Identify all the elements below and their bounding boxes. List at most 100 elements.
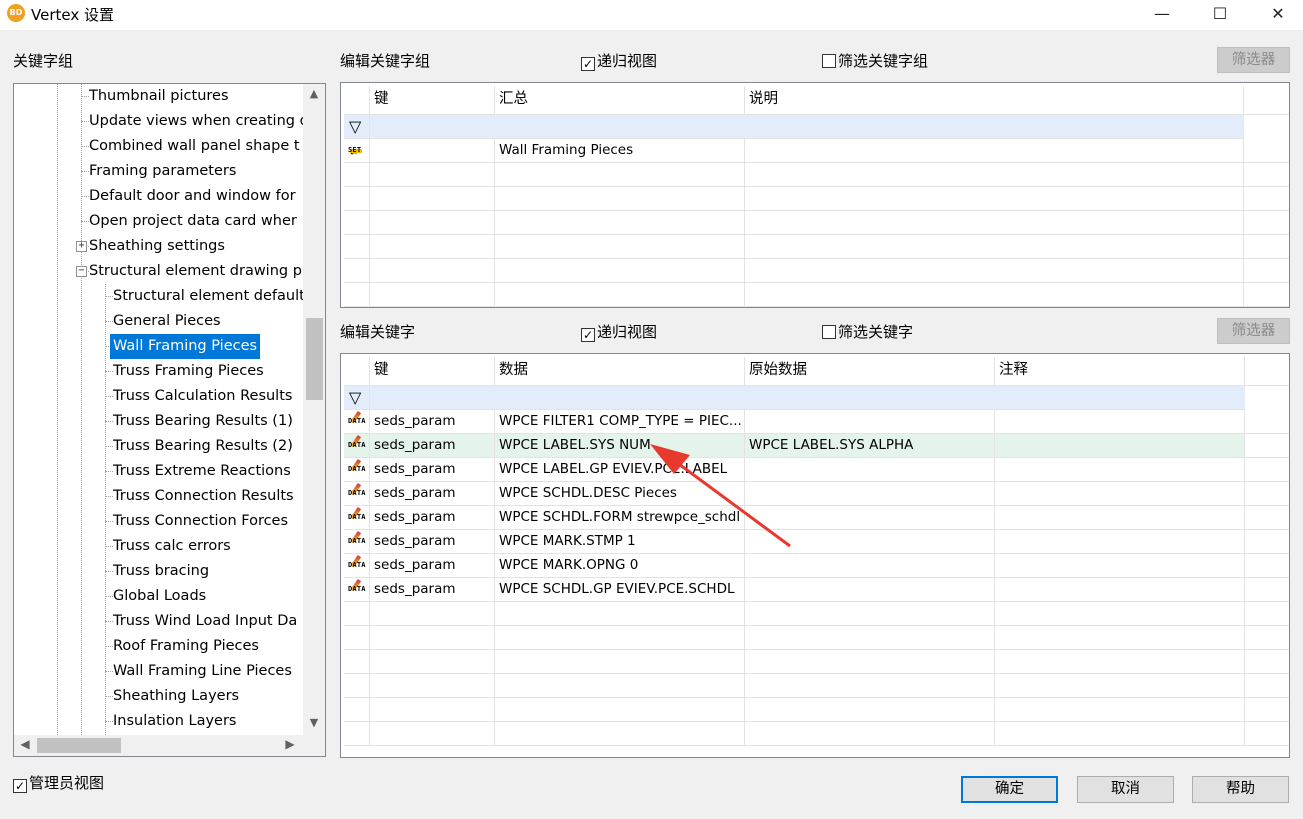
table-cell[interactable]: Wall Framing Pieces	[495, 139, 745, 162]
table-cell[interactable]	[745, 410, 995, 433]
close-button[interactable]: ✕	[1249, 0, 1303, 30]
maximize-button[interactable]: ☐	[1191, 0, 1249, 30]
row-selector[interactable]: DATA	[344, 506, 370, 529]
table-cell[interactable]: seds_param	[370, 506, 495, 529]
table-cell[interactable]: seds_param	[370, 458, 495, 481]
keyword-grid[interactable]: 键数据 原始数据 注释 ▽ DATA seds_param WPCE FILTER1 COM…	[340, 353, 1290, 758]
checkbox-check-icon[interactable]: ✓	[581, 328, 595, 342]
filter-button-bottom[interactable]: 筛选器	[1217, 318, 1290, 344]
column-header[interactable]: 原始数据	[745, 357, 995, 385]
tree-item[interactable]: Insulation Layers	[14, 709, 304, 734]
tree-item[interactable]: Combined wall panel shape t	[14, 134, 304, 159]
scrollbar-thumb[interactable]	[306, 318, 323, 400]
table-cell[interactable]: WPCE LABEL.SYS ALPHA	[745, 434, 995, 457]
row-selector[interactable]: DATA	[344, 482, 370, 505]
filter-funnel-icon[interactable]: ▽	[344, 115, 370, 138]
tree-item[interactable]: Truss Bearing Results (2)	[14, 434, 304, 459]
tree-item[interactable]: Wall Framing Line Pieces	[14, 659, 304, 684]
filter-button-top[interactable]: 筛选器	[1217, 47, 1290, 73]
table-cell[interactable]: seds_param	[370, 482, 495, 505]
row-selector[interactable]: DATA	[344, 578, 370, 601]
column-header[interactable]: 数据	[495, 357, 745, 385]
table-cell[interactable]	[370, 139, 495, 162]
tree-item[interactable]: Update views when creating d	[14, 109, 309, 134]
table-cell[interactable]	[1245, 458, 1289, 481]
tree-item[interactable]: Sheathing Layers	[14, 684, 304, 709]
column-header[interactable]: 键	[370, 357, 495, 385]
filter-keyword-groups-checkbox[interactable]: 筛选关键字组	[822, 50, 928, 71]
table-row[interactable]: ←SET Wall Framing Pieces	[344, 139, 1289, 163]
filter-row[interactable]: ▽	[344, 386, 1245, 410]
table-cell[interactable]	[1245, 434, 1289, 457]
tree-item[interactable]: Open project data card wher	[14, 209, 304, 234]
table-cell[interactable]	[1245, 530, 1289, 553]
tree-item[interactable]: Truss Bearing Results (1)	[14, 409, 304, 434]
table-cell[interactable]	[745, 482, 995, 505]
scrollbar-thumb[interactable]	[37, 738, 121, 753]
keyword-group-grid[interactable]: 键汇总说明▽←SETWall Framing Pieces	[340, 82, 1290, 308]
filter-row[interactable]: ▽	[344, 115, 1244, 139]
table-cell[interactable]: seds_param	[370, 578, 495, 601]
table-cell[interactable]	[1245, 554, 1289, 577]
tree-item[interactable]: Global Loads	[14, 584, 304, 609]
checkbox-empty-icon[interactable]	[822, 325, 836, 339]
tree-horizontal-scrollbar[interactable]: ◀ ▶	[14, 735, 325, 756]
table-cell[interactable]	[1244, 139, 1289, 162]
table-cell[interactable]	[995, 458, 1245, 481]
table-cell[interactable]: WPCE SCHDL.GP EVIEV.PCE.SCHDL	[495, 578, 745, 601]
table-cell[interactable]	[1245, 578, 1289, 601]
table-cell[interactable]	[745, 506, 995, 529]
scroll-up-icon[interactable]: ▲	[303, 84, 325, 106]
tree-item[interactable]: − Structural element drawing p	[14, 259, 304, 284]
table-cell[interactable]: seds_param	[370, 530, 495, 553]
table-cell[interactable]	[1245, 506, 1289, 529]
table-cell[interactable]: WPCE FILTER1 COMP_TYPE = PIEC...	[495, 410, 745, 433]
scroll-down-icon[interactable]: ▼	[303, 713, 325, 735]
minimize-button[interactable]: —	[1133, 0, 1191, 30]
table-row[interactable]: DATA seds_param WPCE SCHDL.DESC Pieces	[344, 482, 1289, 506]
table-cell[interactable]	[745, 578, 995, 601]
column-header[interactable]: 注释	[995, 357, 1245, 385]
row-selector[interactable]: DATA	[344, 530, 370, 553]
tree-item[interactable]: Default door and window for	[14, 184, 304, 209]
tree-item[interactable]: Truss Connection Results	[14, 484, 304, 509]
table-row[interactable]: DATA seds_param WPCE SCHDL.GP EVIEV.PCE.SC…	[344, 578, 1289, 602]
table-cell[interactable]: WPCE SCHDL.FORM strewpce_schdl	[495, 506, 745, 529]
table-cell[interactable]: WPCE SCHDL.DESC Pieces	[495, 482, 745, 505]
table-row[interactable]: DATA seds_param WPCE LABEL.SYS NUM WPCE LAB…	[344, 434, 1289, 458]
tree-item[interactable]: General Pieces	[14, 309, 304, 334]
scroll-left-icon[interactable]: ◀	[14, 735, 36, 756]
column-header[interactable]: 键	[370, 86, 495, 114]
tree-item[interactable]: Wall Framing Pieces	[14, 334, 304, 359]
column-header[interactable]: 汇总	[495, 86, 745, 114]
column-header[interactable]	[1244, 86, 1289, 114]
tree-item[interactable]: Roof Framing Pieces	[14, 634, 304, 659]
row-selector[interactable]: DATA	[344, 458, 370, 481]
help-button[interactable]: 帮助	[1192, 776, 1289, 803]
tree-item[interactable]: Truss Extreme Reactions	[14, 459, 304, 484]
checkbox-empty-icon[interactable]	[822, 54, 836, 68]
filter-keywords-checkbox[interactable]: 筛选关键字	[822, 321, 913, 342]
tree-item[interactable]: Framing parameters	[14, 159, 304, 184]
tree-item[interactable]: Thumbnail pictures	[14, 84, 304, 109]
tree-item[interactable]: Truss Calculation Results	[14, 384, 304, 409]
row-selector[interactable]: DATA	[344, 410, 370, 433]
column-header[interactable]	[1245, 357, 1289, 385]
table-cell[interactable]	[1245, 410, 1289, 433]
table-cell[interactable]	[745, 554, 995, 577]
table-cell[interactable]	[995, 410, 1245, 433]
table-cell[interactable]	[745, 458, 995, 481]
table-cell[interactable]	[995, 554, 1245, 577]
row-selector[interactable]: ←SET	[344, 139, 370, 162]
table-cell[interactable]	[745, 530, 995, 553]
tree-item[interactable]: + Sheathing settings	[14, 234, 304, 259]
tree-item[interactable]: Truss calc errors	[14, 534, 304, 559]
tree-item[interactable]: Structural element default	[14, 284, 305, 309]
table-row[interactable]: DATA seds_param WPCE MARK.OPNG 0	[344, 554, 1289, 578]
filter-funnel-icon[interactable]: ▽	[344, 386, 370, 409]
table-row[interactable]: DATA seds_param WPCE SCHDL.FORM strewpce_s…	[344, 506, 1289, 530]
table-row[interactable]: DATA seds_param WPCE MARK.STMP 1	[344, 530, 1289, 554]
checkbox-check-icon[interactable]: ✓	[13, 779, 27, 793]
recursive-view-checkbox-bottom[interactable]: ✓ 递归视图	[581, 321, 657, 342]
table-cell[interactable]	[995, 530, 1245, 553]
